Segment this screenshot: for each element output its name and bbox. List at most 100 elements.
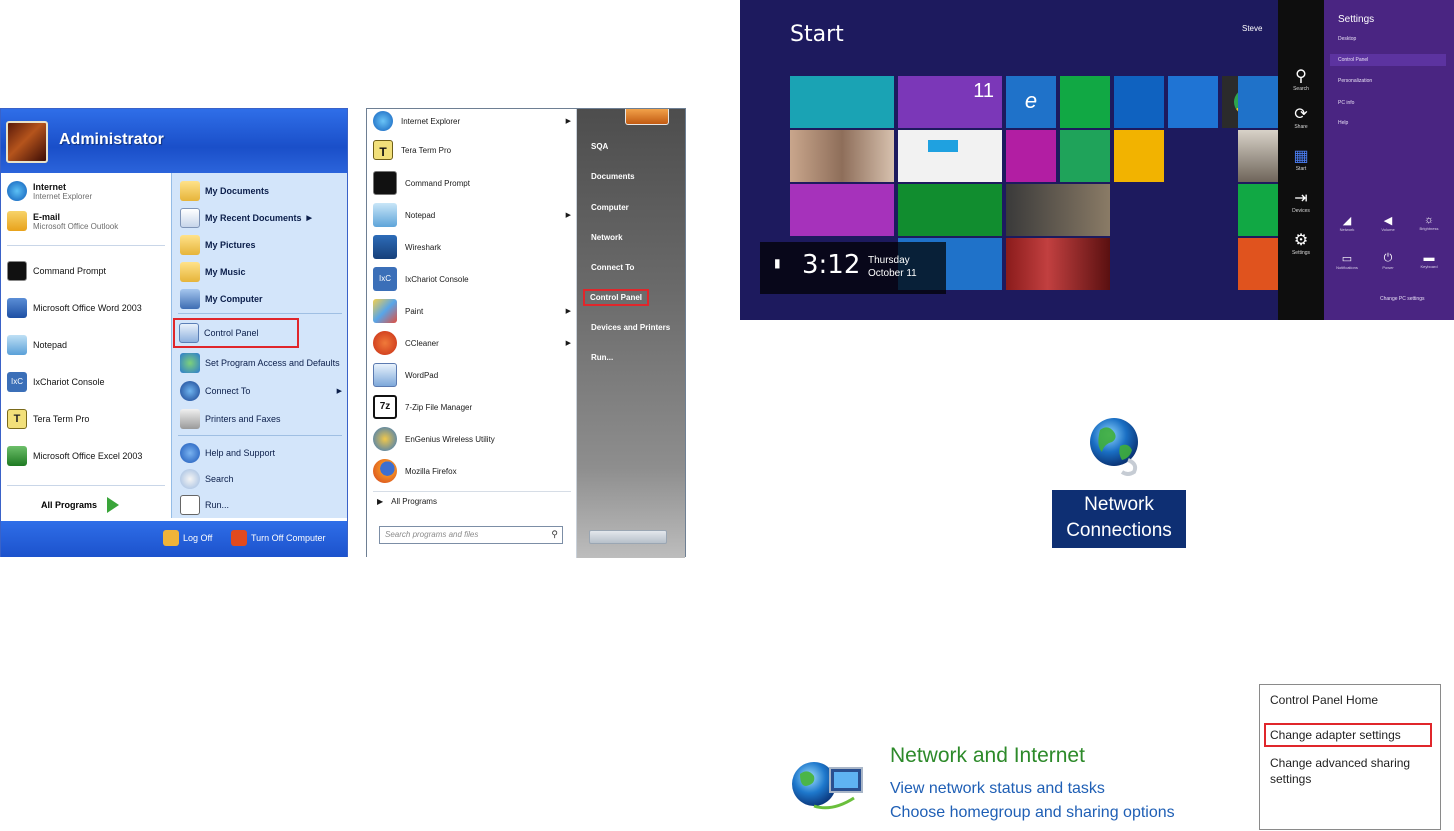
xp-recent-cmd[interactable]: Command Prompt xyxy=(7,261,106,281)
xp-run[interactable]: Run... xyxy=(180,495,229,515)
settings-pc-info[interactable]: PC info xyxy=(1338,100,1354,106)
tile-store[interactable] xyxy=(1060,76,1110,128)
charm-start[interactable]: ▦ Start xyxy=(1278,146,1324,172)
change-pc-settings-link[interactable]: Change PC settings xyxy=(1380,296,1424,302)
xp-my-documents[interactable]: My Documents xyxy=(180,181,269,201)
xp-help-support[interactable]: Help and Support xyxy=(180,443,275,463)
ixchariot-icon: IxC xyxy=(373,267,397,291)
xp-my-pictures[interactable]: My Pictures xyxy=(180,235,256,255)
user-avatar[interactable] xyxy=(6,121,48,163)
sys-brightness[interactable]: ☼ Brightness xyxy=(1414,214,1444,231)
xp-recent-notepad[interactable]: Notepad xyxy=(7,335,67,355)
win7-item-network[interactable]: Network xyxy=(591,233,623,242)
xp-recent-teraterm[interactable]: T Tera Term Pro xyxy=(7,409,89,429)
settings-personalization[interactable]: Personalization xyxy=(1338,78,1372,84)
item-label: My Pictures xyxy=(205,240,256,250)
user-picture[interactable] xyxy=(625,109,669,125)
win7-item-documents[interactable]: Documents xyxy=(591,172,635,181)
log-off-button[interactable]: Log Off xyxy=(163,530,212,546)
program-paint[interactable]: Paint ▶ xyxy=(373,299,571,323)
program-command-prompt[interactable]: Command Prompt xyxy=(373,171,571,195)
xp-control-panel[interactable]: Control Panel xyxy=(173,318,299,348)
win7-item-run[interactable]: Run... xyxy=(591,353,613,362)
program-tera-term[interactable]: T Tera Term Pro xyxy=(373,140,571,160)
tile-games[interactable] xyxy=(1006,130,1056,182)
tile-weather[interactable] xyxy=(1060,130,1110,182)
program-notepad[interactable]: Notepad ▶ xyxy=(373,203,571,227)
homegroup-sharing-link[interactable]: Choose homegroup and sharing options xyxy=(890,804,1175,822)
charm-search[interactable]: ⚲ Search xyxy=(1278,66,1324,92)
program-firefox[interactable]: Mozilla Firefox xyxy=(373,459,571,483)
tile-windows8-news[interactable] xyxy=(898,130,1002,182)
charm-devices[interactable]: ⇥ Devices xyxy=(1278,188,1324,214)
tile-music[interactable] xyxy=(1238,238,1278,290)
program-ixchariot[interactable]: IxC IxChariot Console xyxy=(373,267,571,291)
program-engenius[interactable]: EnGenius Wireless Utility xyxy=(373,427,571,451)
xp-search[interactable]: Search xyxy=(180,469,234,489)
xp-my-recent-documents[interactable]: My Recent Documents ▶ xyxy=(180,208,312,228)
tile-xbox[interactable] xyxy=(1238,184,1278,236)
view-network-status-link[interactable]: View network status and tasks xyxy=(890,780,1105,798)
xp-right-pane: My Documents My Recent Documents ▶ My Pic… xyxy=(171,173,347,518)
tile-finance[interactable] xyxy=(898,184,1002,236)
item-label: My Documents xyxy=(205,186,270,196)
tile-messaging[interactable] xyxy=(790,184,894,236)
tile-quick-notes[interactable] xyxy=(1114,130,1164,182)
tile-calendar[interactable]: 11 xyxy=(898,76,1002,128)
change-adapter-settings-link[interactable]: Change adapter settings xyxy=(1264,723,1432,747)
sys-notifications[interactable]: ▭ Notifications xyxy=(1332,252,1362,270)
sys-keyboard[interactable]: ▬ Keyboard xyxy=(1414,252,1444,269)
win7-item-control-panel[interactable]: Control Panel xyxy=(582,289,650,306)
tile-news[interactable] xyxy=(1006,238,1110,290)
sys-power[interactable]: ⏻ Power xyxy=(1373,252,1403,270)
xp-pinned-email[interactable]: E-mail Microsoft Office Outlook xyxy=(7,211,118,231)
charm-share[interactable]: ⟳ Share xyxy=(1278,104,1324,130)
network-connections-shortcut[interactable]: Network Connections xyxy=(1050,414,1186,550)
tile-sports[interactable] xyxy=(1006,184,1110,236)
program-ccleaner[interactable]: CCleaner ▶ xyxy=(373,331,571,355)
xp-recent-excel[interactable]: Microsoft Office Excel 2003 xyxy=(7,446,142,466)
tile-skydrive[interactable] xyxy=(1168,76,1218,128)
user-name[interactable]: Steve xyxy=(1242,24,1262,33)
calendar-day: 11 xyxy=(973,80,994,102)
win7-item-connect-to[interactable]: Connect To xyxy=(591,263,634,272)
tile-travel[interactable] xyxy=(1238,130,1278,182)
program-internet-explorer[interactable]: Internet Explorer ▶ xyxy=(373,111,571,131)
win7-item-computer[interactable]: Computer xyxy=(591,203,629,212)
xp-recent-word[interactable]: Microsoft Office Word 2003 xyxy=(7,298,142,318)
turn-off-button[interactable]: Turn Off Computer xyxy=(231,530,326,546)
xp-printers-faxes[interactable]: Printers and Faxes xyxy=(180,409,281,429)
control-panel-home-link[interactable]: Control Panel Home xyxy=(1270,693,1434,707)
xp-my-music[interactable]: My Music xyxy=(180,262,246,282)
search-input[interactable]: Search programs and files ⚲ xyxy=(379,526,563,544)
shutdown-button[interactable] xyxy=(589,530,667,544)
tile-maps[interactable] xyxy=(1114,76,1164,128)
category-title[interactable]: Network and Internet xyxy=(890,744,1085,768)
xp-connect-to[interactable]: Connect To ▶ xyxy=(180,381,342,401)
xp-my-computer[interactable]: My Computer xyxy=(180,289,263,309)
xp-set-program-access[interactable]: Set Program Access and Defaults xyxy=(180,353,340,373)
tile-home[interactable] xyxy=(1238,76,1278,128)
xp-pinned-internet[interactable]: Internet Internet Explorer xyxy=(7,181,92,201)
sys-network[interactable]: ◢ Network xyxy=(1332,214,1362,232)
program-wireshark[interactable]: Wireshark xyxy=(373,235,571,259)
program-7zip[interactable]: 7z 7-Zip File Manager xyxy=(373,395,571,419)
win7-all-programs[interactable]: ▶ All Programs xyxy=(377,497,575,506)
program-wordpad[interactable]: WordPad xyxy=(373,363,571,387)
tile-internet-explorer[interactable]: e xyxy=(1006,76,1056,128)
divider xyxy=(178,313,342,314)
recent-documents-icon xyxy=(180,208,200,228)
change-advanced-sharing-link[interactable]: Change advanced sharing settings xyxy=(1270,755,1434,787)
settings-help[interactable]: Help xyxy=(1338,120,1348,126)
win7-item-sqa[interactable]: SQA xyxy=(591,142,608,151)
charm-settings[interactable]: ⚙ Settings xyxy=(1278,230,1324,256)
sys-volume[interactable]: ◀ Volume xyxy=(1373,214,1403,232)
tile-photos[interactable] xyxy=(790,130,894,182)
xp-all-programs[interactable]: All Programs xyxy=(41,497,120,513)
win7-item-devices-printers[interactable]: Devices and Printers xyxy=(591,323,670,332)
settings-desktop[interactable]: Desktop xyxy=(1338,36,1356,42)
xp-recent-ixchariot[interactable]: IxC IxChariot Console xyxy=(7,372,105,392)
settings-control-panel[interactable]: Control Panel xyxy=(1330,54,1446,66)
clock-month-day: October 11 xyxy=(868,268,917,279)
tile-people[interactable] xyxy=(790,76,894,128)
